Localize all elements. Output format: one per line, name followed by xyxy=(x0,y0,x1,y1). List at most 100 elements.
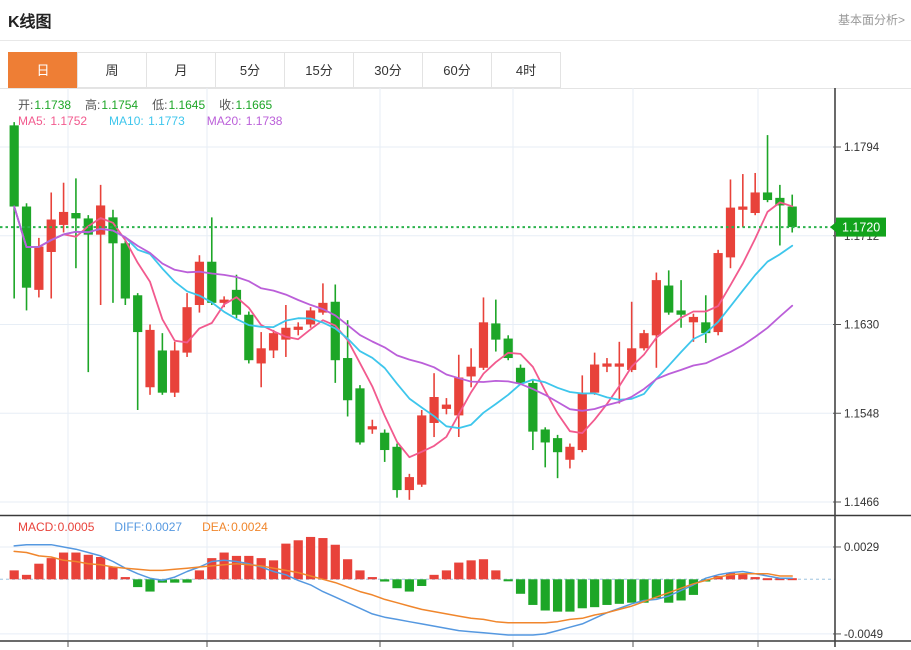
price-badge-pointer xyxy=(830,222,836,232)
candle-body-up xyxy=(726,208,735,258)
macd-bar xyxy=(318,538,327,579)
candle-body-down xyxy=(232,290,241,315)
candle-body-up xyxy=(170,350,179,392)
macd-bar xyxy=(34,564,43,580)
candle-body-up xyxy=(652,280,661,335)
candlestick-chart[interactable]: 1.17941.17121.16301.15481.14660.0029-0.0… xyxy=(0,88,911,650)
macd-bar xyxy=(516,579,525,593)
macd-bar xyxy=(343,559,352,579)
tab-5分[interactable]: 5分 xyxy=(215,52,285,88)
candle-body-up xyxy=(405,477,414,490)
interval-tabbar: 日周月5分15分30分60分4时 xyxy=(8,52,561,88)
macd-bar xyxy=(121,577,130,579)
title-divider xyxy=(0,40,911,41)
macd-axis-label: 0.0029 xyxy=(844,542,879,554)
candle-body-up xyxy=(269,333,278,350)
candle-body-down xyxy=(343,358,352,400)
candle-body-down xyxy=(355,388,364,442)
macd-bar xyxy=(182,579,191,582)
macd-bar xyxy=(615,579,624,604)
macd-bar xyxy=(763,578,772,580)
macd-bar xyxy=(602,579,611,605)
price-axis-label: 1.1630 xyxy=(844,320,879,332)
candle-body-down xyxy=(121,243,130,298)
candle-body-up xyxy=(578,393,587,450)
candle-body-down xyxy=(392,447,401,490)
candle-body-up xyxy=(602,363,611,366)
ma20-line xyxy=(14,207,792,411)
macd-bar xyxy=(244,556,253,579)
candle-body-down xyxy=(788,207,797,228)
macd-bar xyxy=(220,553,229,580)
macd-bar xyxy=(417,579,426,586)
macd-bar xyxy=(639,579,648,602)
candle-body-up xyxy=(689,317,698,322)
macd-bar xyxy=(442,570,451,579)
tab-日[interactable]: 日 xyxy=(8,52,78,88)
macd-bar xyxy=(133,579,142,587)
macd-bar xyxy=(368,577,377,579)
macd-bar xyxy=(751,577,760,579)
ma10-line xyxy=(14,207,792,429)
candle-body-down xyxy=(676,310,685,314)
macd-bar xyxy=(504,579,513,581)
candle-body-up xyxy=(294,327,303,330)
macd-axis-label: -0.0049 xyxy=(844,629,883,641)
candle-body-down xyxy=(380,433,389,450)
candle-body-up xyxy=(590,365,599,393)
candle-body-up xyxy=(195,262,204,305)
macd-bar xyxy=(578,579,587,608)
dea-line xyxy=(14,551,792,622)
candle-body-up xyxy=(145,330,154,387)
tab-月[interactable]: 月 xyxy=(146,52,216,88)
candle-body-up xyxy=(306,310,315,324)
candle-body-down xyxy=(701,322,710,333)
price-badge-value: 1.1720 xyxy=(842,221,880,235)
macd-bar xyxy=(380,579,389,581)
candle-body-up xyxy=(257,348,266,363)
price-axis-label: 1.1466 xyxy=(844,497,879,509)
macd-bar xyxy=(195,570,204,579)
candle-body-up xyxy=(615,363,624,366)
candle-body-down xyxy=(133,295,142,332)
candle-body-down xyxy=(71,213,80,218)
tab-4时[interactable]: 4时 xyxy=(491,52,561,88)
tab-30分[interactable]: 30分 xyxy=(353,52,423,88)
tab-周[interactable]: 周 xyxy=(77,52,147,88)
candle-body-down xyxy=(207,262,216,303)
macd-bar xyxy=(71,553,80,580)
candle-body-down xyxy=(664,286,673,313)
candle-body-down xyxy=(491,323,500,339)
macd-bar xyxy=(528,579,537,605)
macd-bar xyxy=(22,575,31,579)
fundamental-analysis-link[interactable]: 基本面分析> xyxy=(838,11,905,28)
candle-body-up xyxy=(714,253,723,332)
macd-bar xyxy=(454,563,463,580)
macd-bar xyxy=(392,579,401,588)
candle-body-up xyxy=(479,322,488,367)
candle-body-down xyxy=(516,368,525,383)
page-header: K线图 基本面分析> xyxy=(8,8,905,34)
macd-bar xyxy=(59,553,68,580)
macd-bar xyxy=(84,555,93,580)
candle-body-up xyxy=(47,220,56,252)
macd-bar xyxy=(232,556,241,579)
macd-bar xyxy=(491,570,500,579)
macd-bar xyxy=(170,579,179,582)
candle-body-up xyxy=(442,405,451,409)
tab-60分[interactable]: 60分 xyxy=(422,52,492,88)
macd-bar xyxy=(627,579,636,602)
candle-body-up xyxy=(182,307,191,352)
candle-body-down xyxy=(553,438,562,452)
macd-bar xyxy=(331,545,340,580)
macd-bar xyxy=(467,560,476,579)
macd-bar xyxy=(565,579,574,611)
macd-bar xyxy=(429,575,438,579)
macd-bar xyxy=(145,579,154,591)
macd-bar xyxy=(479,559,488,579)
macd-bar xyxy=(108,567,117,579)
tab-15分[interactable]: 15分 xyxy=(284,52,354,88)
macd-bar xyxy=(306,537,315,579)
candle-body-up xyxy=(368,426,377,429)
macd-bar xyxy=(96,557,105,579)
